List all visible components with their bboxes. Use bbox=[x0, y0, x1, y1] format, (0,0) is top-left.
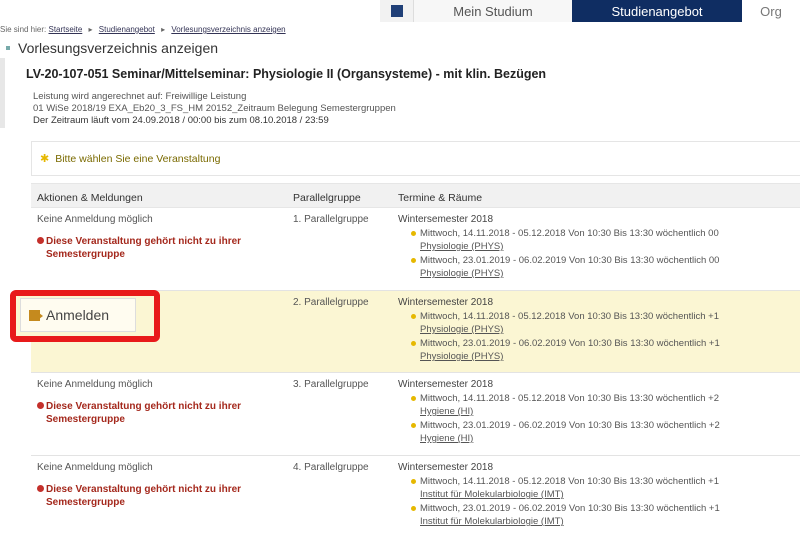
error-text: Diese Veranstaltung gehört nicht zu ihre… bbox=[46, 401, 242, 425]
registration-status: Keine Anmeldung möglich bbox=[37, 462, 153, 473]
info-line-credit: Leistung wird angerechnet auf: Freiwilli… bbox=[33, 91, 247, 102]
error-text: Diese Veranstaltung gehört nicht zu ihre… bbox=[46, 484, 242, 508]
appointment: Mittwoch, 14.11.2018 - 05.12.2018 Von 10… bbox=[411, 228, 719, 239]
left-accent-bar bbox=[0, 58, 5, 128]
parallel-group: 3. Parallelgruppe bbox=[293, 379, 369, 390]
room-link[interactable]: Physiologie (PHYS) bbox=[420, 241, 503, 252]
tab-org[interactable]: Org bbox=[742, 0, 800, 22]
header-termine: Termine & Räume bbox=[398, 192, 483, 204]
error-message: Diese Veranstaltung gehört nicht zu ihre… bbox=[37, 483, 285, 509]
room-link[interactable]: Institut für Molekularbiologie (IMT) bbox=[420, 489, 564, 500]
appointment: Mittwoch, 23.01.2019 - 06.02.2019 Von 10… bbox=[411, 338, 720, 349]
breadcrumb-separator: ▸ bbox=[161, 25, 166, 34]
appointment-text: Mittwoch, 23.01.2019 - 06.02.2019 Von 10… bbox=[420, 338, 720, 349]
home-button[interactable] bbox=[380, 0, 414, 22]
appointment-text: Mittwoch, 14.11.2018 - 05.12.2018 Von 10… bbox=[420, 311, 720, 322]
room-link[interactable]: Physiologie (PHYS) bbox=[420, 268, 503, 279]
appointment-text: Mittwoch, 14.11.2018 - 05.12.2018 Von 10… bbox=[420, 393, 720, 404]
bullet-icon bbox=[411, 313, 416, 319]
course-title: LV-20-107-051 Seminar/Mittelseminar: Phy… bbox=[26, 67, 547, 81]
hint-text: Bitte wählen Sie eine Veranstaltung bbox=[55, 152, 221, 165]
bullet-icon bbox=[411, 478, 416, 484]
header-parallelgruppe: Parallelgruppe bbox=[293, 192, 361, 204]
breadcrumb-studienangebot[interactable]: Studienangebot bbox=[99, 25, 155, 34]
info-line-period-name: 01 WiSe 2018/19 EXA_Eb20_3_FS_HM 20152_Z… bbox=[33, 103, 396, 114]
appointment-text: Mittwoch, 14.11.2018 - 05.12.2018 Von 10… bbox=[420, 228, 719, 239]
hint-box: ✱ Bitte wählen Sie eine Veranstaltung bbox=[31, 141, 800, 176]
error-icon bbox=[37, 237, 44, 244]
bullet-icon bbox=[411, 505, 416, 511]
anmelden-button[interactable]: Anmelden bbox=[20, 298, 136, 332]
semester: Wintersemester 2018 bbox=[398, 297, 494, 308]
bullet-icon bbox=[411, 340, 416, 346]
bullet-icon bbox=[411, 422, 416, 428]
anmelden-label: Anmelden bbox=[46, 307, 110, 323]
table-row: Keine Anmeldung möglich Diese Veranstalt… bbox=[31, 373, 800, 456]
error-message: Diese Veranstaltung gehört nicht zu ihre… bbox=[37, 400, 285, 426]
room-link[interactable]: Physiologie (PHYS) bbox=[420, 324, 503, 335]
appointment-text: Mittwoch, 23.01.2019 - 06.02.2019 Von 10… bbox=[420, 420, 720, 431]
error-message: Diese Veranstaltung gehört nicht zu ihre… bbox=[37, 235, 285, 261]
table-row: Keine Anmeldung möglich Diese Veranstalt… bbox=[31, 456, 800, 535]
bullet-icon bbox=[411, 230, 416, 236]
table-row-selected: Anmelden 2. Parallelgruppe Wintersemeste… bbox=[10, 290, 800, 373]
course-info: Leistung wird angerechnet auf: Freiwilli… bbox=[33, 91, 396, 127]
bullet-icon bbox=[411, 257, 416, 263]
table-header: Aktionen & Meldungen Parallelgruppe Term… bbox=[31, 183, 800, 208]
home-icon bbox=[390, 5, 403, 17]
appointment: Mittwoch, 14.11.2018 - 05.12.2018 Von 10… bbox=[411, 393, 719, 404]
tab-studienangebot[interactable]: Studienangebot bbox=[572, 0, 742, 22]
parallel-group: 4. Parallelgruppe bbox=[293, 462, 369, 473]
page-title: Vorlesungsverzeichnis anzeigen bbox=[6, 40, 218, 56]
semester: Wintersemester 2018 bbox=[398, 214, 494, 225]
parallel-group: 1. Parallelgruppe bbox=[293, 214, 369, 225]
course-table: Aktionen & Meldungen Parallelgruppe Term… bbox=[10, 183, 800, 535]
table-row: Keine Anmeldung möglich Diese Veranstalt… bbox=[31, 208, 800, 291]
breadcrumb-prefix: Sie sind hier: bbox=[0, 25, 47, 34]
registration-status: Keine Anmeldung möglich bbox=[37, 214, 153, 225]
appointment-text: Mittwoch, 23.01.2019 - 06.02.2019 Von 10… bbox=[420, 503, 720, 514]
room-link[interactable]: Hygiene (HI) bbox=[420, 406, 473, 417]
breadcrumb-startseite[interactable]: Startseite bbox=[48, 25, 82, 34]
appointment: Mittwoch, 14.11.2018 - 05.12.2018 Von 10… bbox=[411, 311, 719, 322]
appointment: Mittwoch, 14.11.2018 - 05.12.2018 Von 10… bbox=[411, 476, 719, 487]
star-icon: ✱ bbox=[40, 153, 50, 165]
breadcrumb-vorlesungsverzeichnis[interactable]: Vorlesungsverzeichnis anzeigen bbox=[171, 25, 285, 34]
registration-status: Keine Anmeldung möglich bbox=[37, 379, 153, 390]
room-link[interactable]: Institut für Molekularbiologie (IMT) bbox=[420, 516, 564, 527]
appointment-text: Mittwoch, 14.11.2018 - 05.12.2018 Von 10… bbox=[420, 476, 720, 487]
appointment: Mittwoch, 23.01.2019 - 06.02.2019 Von 10… bbox=[411, 503, 720, 514]
error-icon bbox=[37, 485, 44, 492]
semester: Wintersemester 2018 bbox=[398, 462, 494, 473]
info-line-period: Der Zeitraum läuft vom 24.09.2018 / 00:0… bbox=[33, 115, 329, 126]
room-link[interactable]: Hygiene (HI) bbox=[420, 433, 473, 444]
title-bullet-icon bbox=[6, 46, 10, 50]
bullet-icon bbox=[411, 395, 416, 401]
highlight-callout: Anmelden bbox=[10, 290, 160, 342]
tab-mein-studium[interactable]: Mein Studium bbox=[414, 0, 572, 22]
page-title-text: Vorlesungsverzeichnis anzeigen bbox=[18, 40, 219, 56]
room-link[interactable]: Physiologie (PHYS) bbox=[420, 351, 503, 362]
breadcrumb: Sie sind hier: Startseite ▸ Studienangeb… bbox=[0, 25, 286, 34]
sign-in-icon bbox=[29, 309, 43, 321]
top-navigation: Mein Studium Studienangebot Org bbox=[380, 0, 800, 22]
appointment-text: Mittwoch, 23.01.2019 - 06.02.2019 Von 10… bbox=[420, 255, 720, 266]
error-text: Diese Veranstaltung gehört nicht zu ihre… bbox=[46, 236, 242, 260]
parallel-group: 2. Parallelgruppe bbox=[293, 297, 369, 308]
header-aktionen: Aktionen & Meldungen bbox=[37, 192, 143, 204]
appointment: Mittwoch, 23.01.2019 - 06.02.2019 Von 10… bbox=[411, 420, 720, 431]
semester: Wintersemester 2018 bbox=[398, 379, 494, 390]
appointment: Mittwoch, 23.01.2019 - 06.02.2019 Von 10… bbox=[411, 255, 719, 266]
breadcrumb-separator: ▸ bbox=[88, 25, 93, 34]
error-icon bbox=[37, 402, 44, 409]
